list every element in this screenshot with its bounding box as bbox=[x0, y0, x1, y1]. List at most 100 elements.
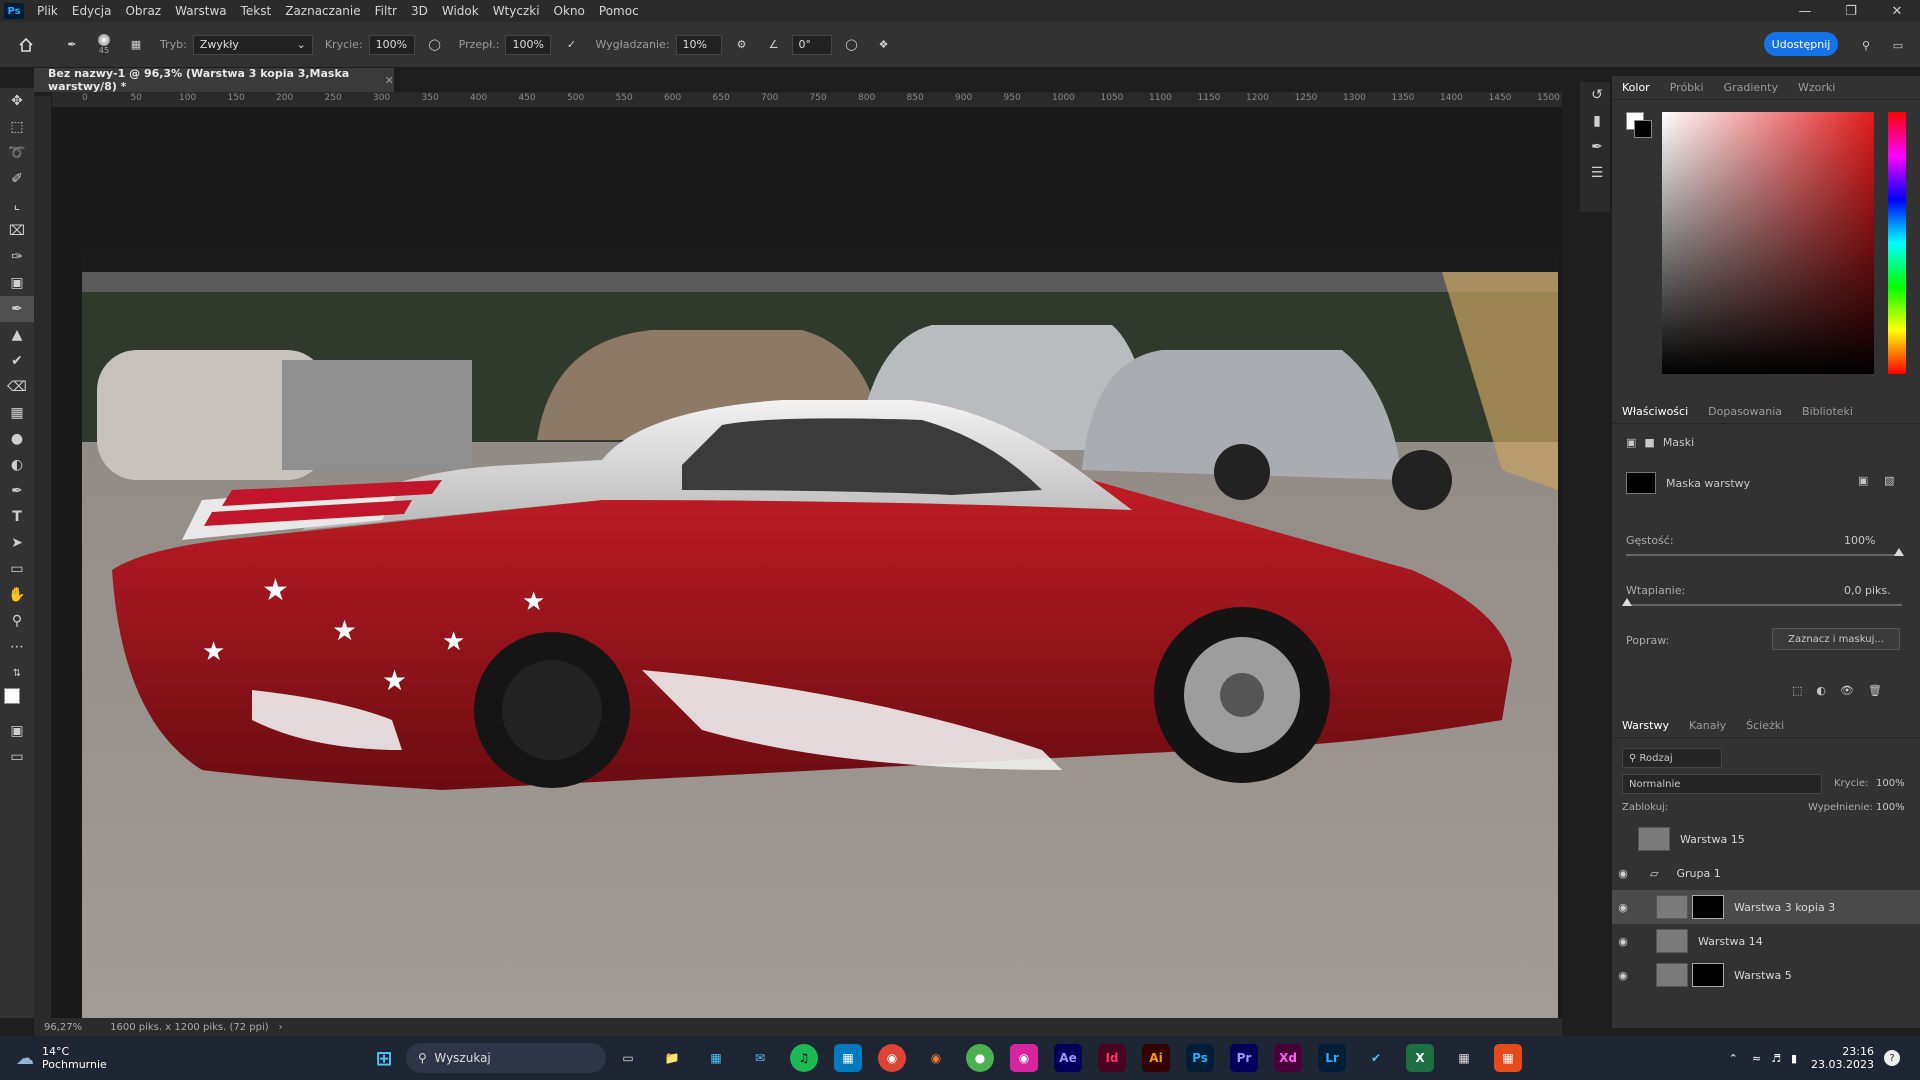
select-and-mask-button[interactable]: Zaznacz i maskuj... bbox=[1772, 628, 1900, 650]
blur-tool-icon[interactable]: ● bbox=[0, 426, 34, 452]
menu-pomoc[interactable]: Pomoc bbox=[592, 4, 646, 18]
move-tool-icon[interactable]: ✥ bbox=[0, 88, 34, 114]
eye-icon[interactable]: ◉ bbox=[1612, 901, 1634, 914]
screen-mode-icon[interactable]: ▭ bbox=[0, 744, 34, 770]
app-colorful-icon[interactable]: ▦ bbox=[1494, 1044, 1522, 1072]
store-icon[interactable]: ▦ bbox=[702, 1044, 730, 1072]
close-icon[interactable]: ✕ bbox=[1874, 0, 1920, 22]
restore-icon[interactable]: ❐ bbox=[1828, 0, 1874, 22]
taskbar-app-xd[interactable]: Xd bbox=[1274, 1044, 1302, 1072]
chevron-up-icon[interactable]: ⌃ bbox=[1729, 1052, 1738, 1065]
menu-widok[interactable]: Widok bbox=[435, 4, 486, 18]
taskbar-app-ae[interactable]: Ae bbox=[1054, 1044, 1082, 1072]
menu-wtyczki[interactable]: Wtyczki bbox=[486, 4, 547, 18]
properties-tab-2[interactable]: Biblioteki bbox=[1802, 405, 1853, 418]
taskbar-search[interactable]: ⚲ Wyszukaj bbox=[406, 1043, 606, 1073]
notifications-icon[interactable]: ? bbox=[1884, 1050, 1900, 1066]
smoothing-input[interactable]: 10% bbox=[675, 34, 722, 55]
menu-warstwa[interactable]: Warstwa bbox=[168, 4, 234, 18]
invert-icon[interactable]: ◐ bbox=[1816, 684, 1826, 697]
pixel-mask-icon[interactable]: ▣ bbox=[1626, 436, 1636, 449]
apply-mask-icon[interactable]: ▣ bbox=[1858, 474, 1868, 487]
symmetry-icon[interactable]: ❖ bbox=[872, 32, 896, 58]
vector-mask-icon[interactable]: ■ bbox=[1644, 436, 1654, 449]
hand-tool-icon[interactable]: ✋ bbox=[0, 582, 34, 608]
task-view-icon[interactable]: ▭ bbox=[614, 1044, 642, 1072]
brush-tool-icon[interactable]: ✒ bbox=[60, 32, 84, 58]
chevron-right-icon[interactable]: › bbox=[279, 1022, 283, 1033]
menu-edycja[interactable]: Edycja bbox=[65, 4, 119, 18]
taskbar-app-pr[interactable]: Pr bbox=[1230, 1044, 1258, 1072]
color-tab-3[interactable]: Wzorki bbox=[1798, 81, 1835, 94]
foreground-color[interactable] bbox=[4, 688, 20, 704]
app-green-icon[interactable]: ● bbox=[966, 1044, 994, 1072]
more-tools-icon[interactable]: ⋯ bbox=[0, 634, 34, 660]
comments-icon[interactable]: ▮ bbox=[1580, 108, 1614, 134]
gear-icon[interactable]: ⚙ bbox=[730, 32, 754, 58]
stamp-tool-icon[interactable]: ▲ bbox=[0, 322, 34, 348]
hue-slider[interactable] bbox=[1888, 112, 1906, 374]
menu-obraz[interactable]: Obraz bbox=[118, 4, 168, 18]
adjustments-icon[interactable]: ☰ bbox=[1580, 160, 1614, 186]
todo-icon[interactable]: ✔ bbox=[1362, 1044, 1390, 1072]
swap-colors-icon[interactable]: ⇅ bbox=[0, 660, 34, 686]
eye-icon[interactable]: ◉ bbox=[1612, 867, 1634, 880]
search-icon[interactable]: ⚲ bbox=[1854, 32, 1878, 58]
layer-opacity-value[interactable]: 100% bbox=[1876, 778, 1905, 789]
brush-icon[interactable]: ✒ bbox=[0, 296, 34, 322]
layer-row[interactable]: Warstwa 15 bbox=[1612, 822, 1920, 856]
battery-icon[interactable]: ▮ bbox=[1791, 1052, 1797, 1065]
frame-tool-icon[interactable]: ⌧ bbox=[0, 218, 34, 244]
blend-mode-dropdown[interactable]: Normalnie bbox=[1622, 774, 1822, 794]
excel-icon[interactable]: X bbox=[1406, 1044, 1434, 1072]
layer-mask-thumbnail[interactable] bbox=[1692, 895, 1724, 919]
wifi-icon[interactable]: ≈ bbox=[1752, 1052, 1761, 1065]
trello-icon[interactable]: ▦ bbox=[834, 1044, 862, 1072]
history-brush-icon[interactable]: ✔ bbox=[0, 348, 34, 374]
layer-row[interactable]: ◉ ▱ Grupa 1 bbox=[1612, 856, 1920, 890]
layer-filter-dropdown[interactable]: ⚲ Rodzaj bbox=[1622, 748, 1722, 768]
layer-row[interactable]: ◉ Warstwa 5 bbox=[1612, 958, 1920, 992]
layers-tab-0[interactable]: Warstwy bbox=[1622, 719, 1669, 732]
visibility-icon[interactable]: 👁 bbox=[1840, 684, 1854, 697]
pen-tool-icon[interactable]: ✒ bbox=[0, 478, 34, 504]
healing-tool-icon[interactable]: ▣ bbox=[0, 270, 34, 296]
fill-value[interactable]: 100% bbox=[1876, 802, 1905, 813]
spotify-icon[interactable]: ♫ bbox=[790, 1044, 818, 1072]
quick-mask-icon[interactable]: ▣ bbox=[0, 718, 34, 744]
type-tool-icon[interactable]: T bbox=[0, 504, 34, 530]
blender-icon[interactable]: ◉ bbox=[922, 1044, 950, 1072]
dodge-tool-icon[interactable]: ◐ bbox=[0, 452, 34, 478]
file-explorer-icon[interactable]: 📁 bbox=[658, 1044, 686, 1072]
opacity-input[interactable]: 100% bbox=[368, 34, 415, 55]
path-select-icon[interactable]: ➤ bbox=[0, 530, 34, 556]
instagram-icon[interactable]: ◉ bbox=[1010, 1044, 1038, 1072]
eye-icon[interactable]: ◉ bbox=[1612, 969, 1634, 982]
pressure-size-icon[interactable]: ◯ bbox=[840, 32, 864, 58]
eyedropper-tool-icon[interactable]: ✑ bbox=[0, 244, 34, 270]
density-value[interactable]: 100% bbox=[1844, 534, 1875, 547]
layers-tab-1[interactable]: Kanały bbox=[1689, 719, 1726, 732]
taskbar-app-id[interactable]: Id bbox=[1098, 1044, 1126, 1072]
quick-select-tool-icon[interactable]: ✐ bbox=[0, 166, 34, 192]
feather-handle[interactable] bbox=[1622, 598, 1632, 606]
zoom-level[interactable]: 96,27% bbox=[44, 1022, 82, 1033]
menu-filtr[interactable]: Filtr bbox=[368, 4, 404, 18]
color-tab-0[interactable]: Kolor bbox=[1622, 81, 1650, 94]
flow-input[interactable]: 100% bbox=[505, 34, 552, 55]
share-button[interactable]: Udostępnij bbox=[1764, 32, 1838, 56]
brush-settings-icon[interactable]: ▦ bbox=[124, 32, 148, 58]
taskbar-app-lr[interactable]: Lr bbox=[1318, 1044, 1346, 1072]
crop-tool-icon[interactable]: ⌞ bbox=[0, 192, 34, 218]
angle-input[interactable]: 0° bbox=[791, 34, 832, 55]
menu-plik[interactable]: Plik bbox=[30, 4, 65, 18]
document-tab[interactable]: Bez nazwy-1 @ 96,3% (Warstwa 3 kopia 3,M… bbox=[34, 67, 394, 93]
brush-settings-panel-icon[interactable]: ✒ bbox=[1580, 134, 1614, 160]
menu-tekst[interactable]: Tekst bbox=[234, 4, 279, 18]
windows-start-icon[interactable]: ⊞ bbox=[370, 1044, 398, 1072]
marquee-tool-icon[interactable]: ⬚ bbox=[0, 114, 34, 140]
mode-dropdown[interactable]: Zwykły ⌄ bbox=[192, 34, 313, 55]
minimize-icon[interactable]: — bbox=[1782, 0, 1828, 22]
layer-row[interactable]: ◉ Warstwa 3 kopia 3 bbox=[1612, 890, 1920, 924]
workspace-icon[interactable]: ▭ bbox=[1886, 32, 1910, 58]
